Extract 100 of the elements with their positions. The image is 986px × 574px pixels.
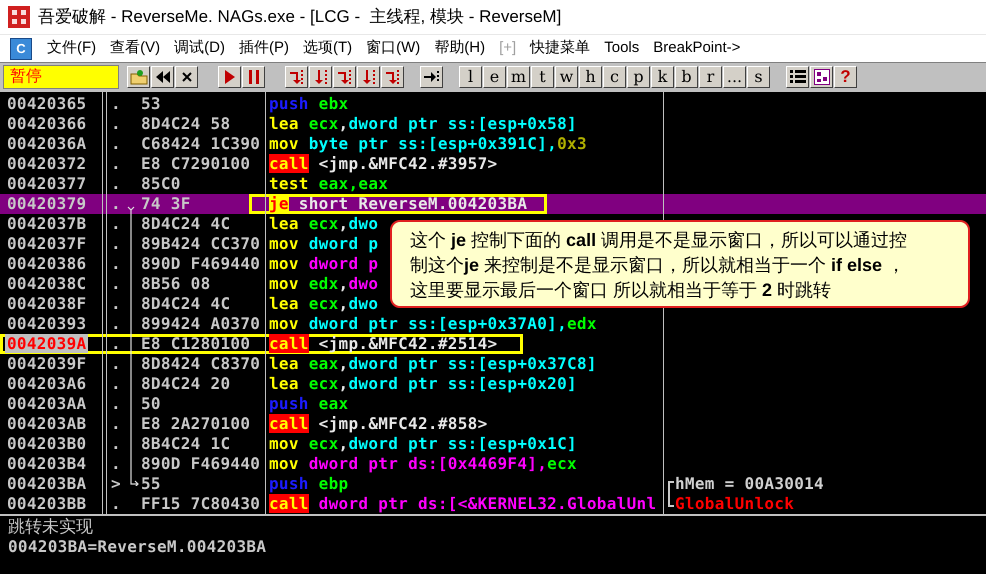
- hex-cell: FF15 7C80430: [141, 494, 260, 513]
- menu-item[interactable]: Tools: [597, 37, 646, 60]
- hex-cell: 8D4C24 20: [141, 374, 230, 393]
- address-cell: 00420365: [7, 94, 86, 113]
- disassembly-row[interactable]: 0042039F . 8D8424 C8370 lea eax,dword ptr ss:[esp+0x37C8]: [0, 354, 986, 374]
- pause-button[interactable]: [242, 66, 265, 88]
- disassembly-row[interactable]: 004203BB . FF15 7C80430 call dword ptr ds:[<&KERNEL32.GlobalUnl GlobalUnlock: [0, 494, 986, 514]
- folder-icon: [130, 68, 148, 84]
- menu-item[interactable]: BreakPoint->: [646, 37, 748, 60]
- instruction-cell: push ebx: [269, 94, 348, 113]
- menu-item[interactable]: 调试(D): [167, 37, 232, 60]
- disassembly-row[interactable]: 004203AB . E8 2A270100 call <jmp.&MFC42.#858>: [0, 414, 986, 434]
- window-button[interactable]: k: [651, 66, 674, 88]
- list-button[interactable]: [786, 66, 809, 88]
- run-button[interactable]: [218, 66, 241, 88]
- hex-cell: 8D4C24 58: [141, 114, 230, 133]
- close-button[interactable]: [175, 66, 198, 88]
- address-cell: 00420372: [7, 154, 86, 173]
- disassembly-row[interactable]: 00420377 . 85C0 test eax,eax: [0, 174, 986, 194]
- disassembly-row[interactable]: 004203A6 . 8D4C24 20 lea ecx,dword ptr ss:[esp+0x20]: [0, 374, 986, 394]
- row-marker: .: [111, 354, 121, 373]
- address-cell: 0042036A: [7, 134, 86, 153]
- trace-into-button[interactable]: [333, 66, 356, 88]
- disassembly-row[interactable]: 004203B4 . 890D F469440 mov dword ptr ds:[0x4469F4],ecx: [0, 454, 986, 474]
- disassembly-row[interactable]: 0042039A . E8 C1280100 call <jmp.&MFC42.#2514>: [0, 334, 986, 354]
- window-button[interactable]: b: [675, 66, 698, 88]
- disassembly-row[interactable]: 004203BA > 55 push ebp hMem = 00A30014: [0, 474, 986, 494]
- window-button[interactable]: w: [555, 66, 578, 88]
- open-folder-button[interactable]: [127, 66, 150, 88]
- address-cell: 0042038C: [7, 274, 86, 293]
- app-icon: C: [10, 38, 32, 60]
- menu-item[interactable]: 查看(V): [103, 37, 168, 60]
- step-over-button[interactable]: [309, 66, 332, 88]
- hex-cell: 890D F469440: [141, 254, 260, 273]
- disassembly-row[interactable]: 00420366 . 8D4C24 58 lea ecx,dword ptr ss:[esp+0x58]: [0, 114, 986, 134]
- address-cell: 004203BB: [7, 494, 86, 513]
- hex-cell: 8B4C24 1C: [141, 434, 230, 453]
- row-marker: .: [111, 434, 121, 453]
- step-arrow-icon: [362, 70, 376, 84]
- disassembly-row[interactable]: 0042036A . C68424 1C390 mov byte ptr ss:[esp+0x391C],0x3: [0, 134, 986, 154]
- window-button[interactable]: c: [603, 66, 626, 88]
- hex-cell: E8 C1280100: [141, 334, 250, 353]
- step-into-button[interactable]: [285, 66, 308, 88]
- instruction-cell: push eax: [269, 394, 348, 413]
- address-cell: 004203AA: [7, 394, 86, 413]
- window-button[interactable]: p: [627, 66, 650, 88]
- close-icon: [182, 72, 192, 82]
- instruction-cell: mov dword ptr ss:[esp+0x37A0],edx: [269, 314, 597, 333]
- goto-button[interactable]: [420, 66, 443, 88]
- disassembly-row[interactable]: 004203AA . 50 push eax: [0, 394, 986, 414]
- help-button[interactable]: ?: [834, 66, 857, 88]
- address-cell: 0042038F: [7, 294, 86, 313]
- row-marker: .: [111, 314, 121, 333]
- menu-item[interactable]: 窗口(W): [359, 37, 428, 60]
- app-logo-icon: [8, 6, 30, 28]
- trace-over-button[interactable]: [357, 66, 380, 88]
- instruction-cell: lea ecx,dwo: [269, 214, 378, 233]
- row-marker: .: [111, 414, 121, 433]
- menu-item[interactable]: 插件(P): [232, 37, 296, 60]
- window-button[interactable]: s: [747, 66, 770, 88]
- info-text: 跳转未实现: [8, 517, 94, 537]
- address-cell: 00420393: [7, 314, 86, 333]
- disassembly-row[interactable]: 00420379 . 74 3F je short ReverseM.004203BA: [0, 194, 986, 214]
- menu-item[interactable]: 文件(F): [40, 37, 104, 60]
- hex-cell: 8B56 08: [141, 274, 211, 293]
- instruction-cell: lea ecx,dwo: [269, 294, 378, 313]
- hex-cell: 50: [141, 394, 161, 413]
- hex-cell: E8 C7290100: [141, 154, 250, 173]
- row-marker: .: [111, 174, 121, 193]
- instruction-cell: push ebp: [269, 474, 348, 493]
- instruction-cell: lea ecx,dword ptr ss:[esp+0x58]: [269, 114, 577, 133]
- window-button[interactable]: l: [459, 66, 482, 88]
- return-button[interactable]: [381, 66, 404, 88]
- tree-button[interactable]: [810, 66, 833, 88]
- menu-item[interactable]: 选项(T): [296, 37, 360, 60]
- disassembly-row[interactable]: 004203B0 . 8B4C24 1C mov ecx,dword ptr ss:[esp+0x1C]: [0, 434, 986, 454]
- menu-item[interactable]: 快捷菜单: [523, 37, 598, 60]
- instruction-cell: test eax,eax: [269, 174, 388, 193]
- menu-item[interactable]: 帮助(H): [427, 37, 492, 60]
- restart-button[interactable]: [151, 66, 174, 88]
- hex-cell: 85C0: [141, 174, 181, 193]
- window-button[interactable]: t: [531, 66, 554, 88]
- address-cell: 00420366: [7, 114, 86, 133]
- comment-cell: GlobalUnlock: [675, 494, 794, 514]
- window-title: 吾爱破解 - ReverseMe. NAGs.exe - [LCG - 主线程, 模块 - ReverseM]: [38, 6, 562, 28]
- window-button[interactable]: m: [507, 66, 530, 88]
- window-button[interactable]: h: [579, 66, 602, 88]
- disassembly-row[interactable]: 00420393 . 899424 A0370 mov dword ptr ss:[esp+0x37A0],edx: [0, 314, 986, 334]
- instruction-cell: lea eax,dword ptr ss:[esp+0x37C8]: [269, 354, 597, 373]
- disassembly-row[interactable]: 00420365 . 53 push ebx: [0, 94, 986, 114]
- address-cell: 0042037F: [7, 234, 86, 253]
- row-marker: .: [111, 494, 121, 513]
- row-marker: .: [111, 334, 121, 353]
- instruction-cell: je short ReverseM.004203BA: [269, 194, 528, 213]
- window-button[interactable]: ...: [723, 66, 746, 88]
- pause-icon: [248, 70, 258, 84]
- address-cell: 00420377: [7, 174, 86, 193]
- window-button[interactable]: e: [483, 66, 506, 88]
- disassembly-row[interactable]: 00420372 . E8 C7290100 call <jmp.&MFC42.#3957>: [0, 154, 986, 174]
- window-button[interactable]: r: [699, 66, 722, 88]
